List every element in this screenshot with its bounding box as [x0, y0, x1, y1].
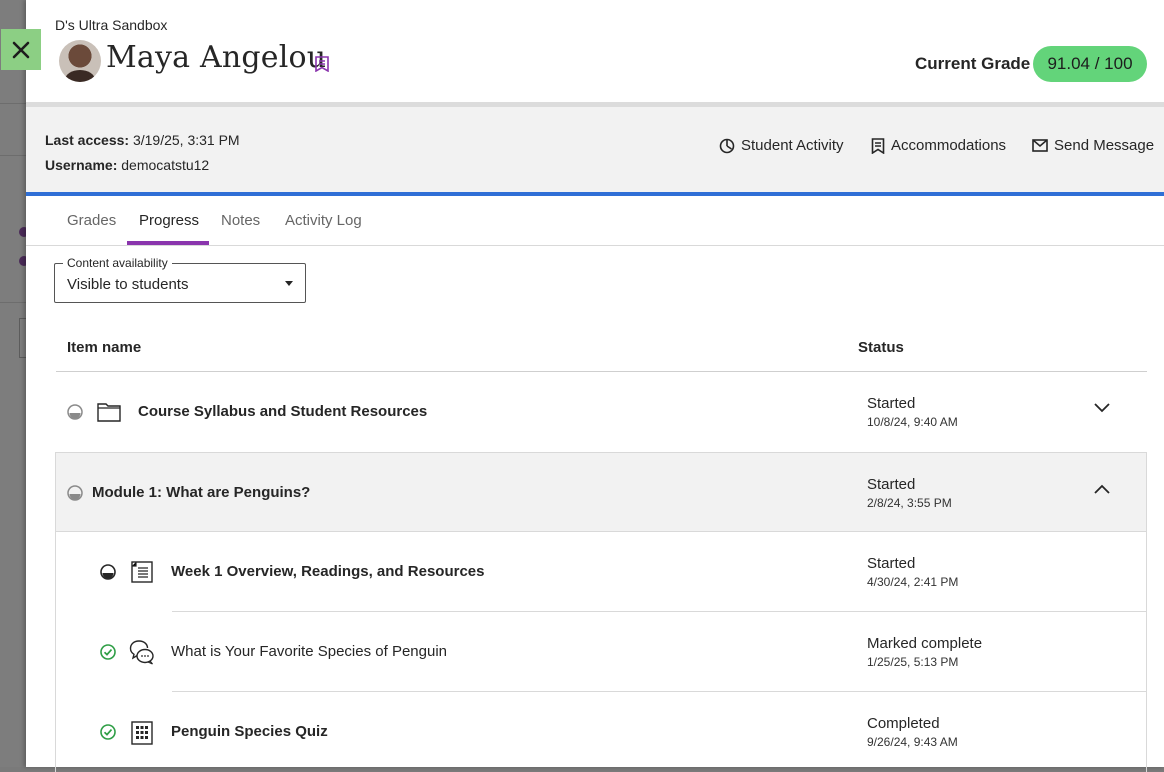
table-row[interactable]: Week 1 Overview, Readings, and Resources…	[55, 532, 1147, 612]
username-label: Username:	[45, 157, 118, 173]
item-title[interactable]: What is Your Favorite Species of Penguin	[171, 643, 447, 660]
item-status: Started	[867, 395, 916, 412]
tab-notes[interactable]: Notes	[221, 212, 260, 229]
item-title[interactable]: Penguin Species Quiz	[171, 723, 328, 740]
test-icon	[131, 721, 153, 745]
chevron-up-icon[interactable]	[1093, 483, 1111, 495]
half-progress-icon	[67, 485, 83, 501]
item-status-date: 1/25/25, 5:13 PM	[867, 655, 959, 669]
panel-header: D's Ultra Sandbox Maya Angelou Current G…	[26, 0, 1164, 102]
activity-chart-icon	[719, 138, 735, 153]
student-activity-button[interactable]: Student Activity	[719, 137, 844, 154]
background-divider	[0, 103, 26, 104]
table-row[interactable]: What is Your Favorite Species of Penguin…	[55, 612, 1147, 692]
item-title[interactable]: Module 1: What are Penguins?	[92, 484, 310, 501]
student-overview-panel: D's Ultra Sandbox Maya Angelou Current G…	[26, 0, 1164, 772]
column-header-item-name: Item name	[67, 339, 142, 356]
content-availability-label: Content availability	[63, 256, 172, 270]
item-status-date: 9/26/24, 9:43 AM	[867, 735, 958, 749]
discussion-icon	[129, 640, 154, 665]
active-tab-indicator	[127, 241, 209, 245]
username-row: Username: democatstu12	[45, 157, 209, 173]
content-availability-value: Visible to students	[67, 276, 189, 293]
content-availability-select[interactable]: Content availability Visible to students	[54, 256, 306, 303]
student-activity-label: Student Activity	[741, 137, 844, 154]
last-access-row: Last access: 3/19/25, 3:31 PM	[45, 132, 240, 148]
table-row[interactable]: Course Syllabus and Student Resources St…	[55, 372, 1147, 452]
item-status-date: 4/30/24, 2:41 PM	[867, 575, 959, 589]
half-progress-icon	[100, 564, 116, 580]
current-grade-pill[interactable]: 91.04 / 100	[1033, 46, 1147, 82]
table-row[interactable]: Penguin Species Quiz Completed 9/26/24, …	[55, 692, 1147, 772]
item-status: Started	[867, 555, 916, 572]
caret-down-icon	[285, 281, 293, 286]
accommodation-flag-icon	[315, 56, 329, 72]
send-message-button[interactable]: Send Message	[1032, 137, 1154, 154]
last-access-label: Last access:	[45, 132, 130, 148]
item-status-date: 2/8/24, 3:55 PM	[867, 496, 952, 510]
folder-icon	[97, 403, 121, 422]
check-complete-icon	[100, 644, 116, 660]
close-icon	[12, 41, 30, 58]
check-complete-icon	[100, 724, 116, 740]
username-value: democatstu12	[121, 157, 210, 173]
course-name: D's Ultra Sandbox	[55, 17, 168, 33]
column-header-status: Status	[858, 339, 904, 356]
item-title[interactable]: Week 1 Overview, Readings, and Resources	[171, 563, 484, 580]
item-status: Started	[867, 476, 916, 493]
half-progress-icon	[67, 404, 83, 420]
student-name: Maya Angelou	[106, 40, 327, 75]
current-grade-label: Current Grade	[915, 54, 1031, 73]
item-status: Marked complete	[867, 635, 983, 652]
tab-grades[interactable]: Grades	[67, 212, 116, 229]
envelope-icon	[1032, 139, 1048, 152]
table-row-module[interactable]: Module 1: What are Penguins? Started 2/8…	[55, 452, 1147, 532]
background-page-overlay	[0, 0, 32, 767]
document-icon	[131, 561, 153, 583]
tab-bar: Grades Progress Notes Activity Log	[26, 196, 1164, 246]
item-title[interactable]: Course Syllabus and Student Resources	[138, 403, 427, 420]
background-divider	[0, 155, 26, 156]
item-status: Completed	[867, 715, 940, 732]
send-message-label: Send Message	[1054, 137, 1155, 154]
accommodations-icon	[871, 137, 885, 154]
item-status-date: 10/8/24, 9:40 AM	[867, 415, 958, 429]
last-access-value: 3/19/25, 3:31 PM	[132, 132, 240, 148]
tab-activity-log[interactable]: Activity Log	[285, 212, 362, 229]
background-divider	[0, 302, 26, 303]
avatar	[59, 40, 101, 82]
tab-progress[interactable]: Progress	[139, 212, 199, 229]
chevron-down-icon[interactable]	[1093, 402, 1111, 414]
close-panel-button[interactable]	[1, 29, 41, 70]
accommodations-label: Accommodations	[891, 137, 1007, 154]
accommodations-button[interactable]: Accommodations	[871, 137, 1006, 154]
